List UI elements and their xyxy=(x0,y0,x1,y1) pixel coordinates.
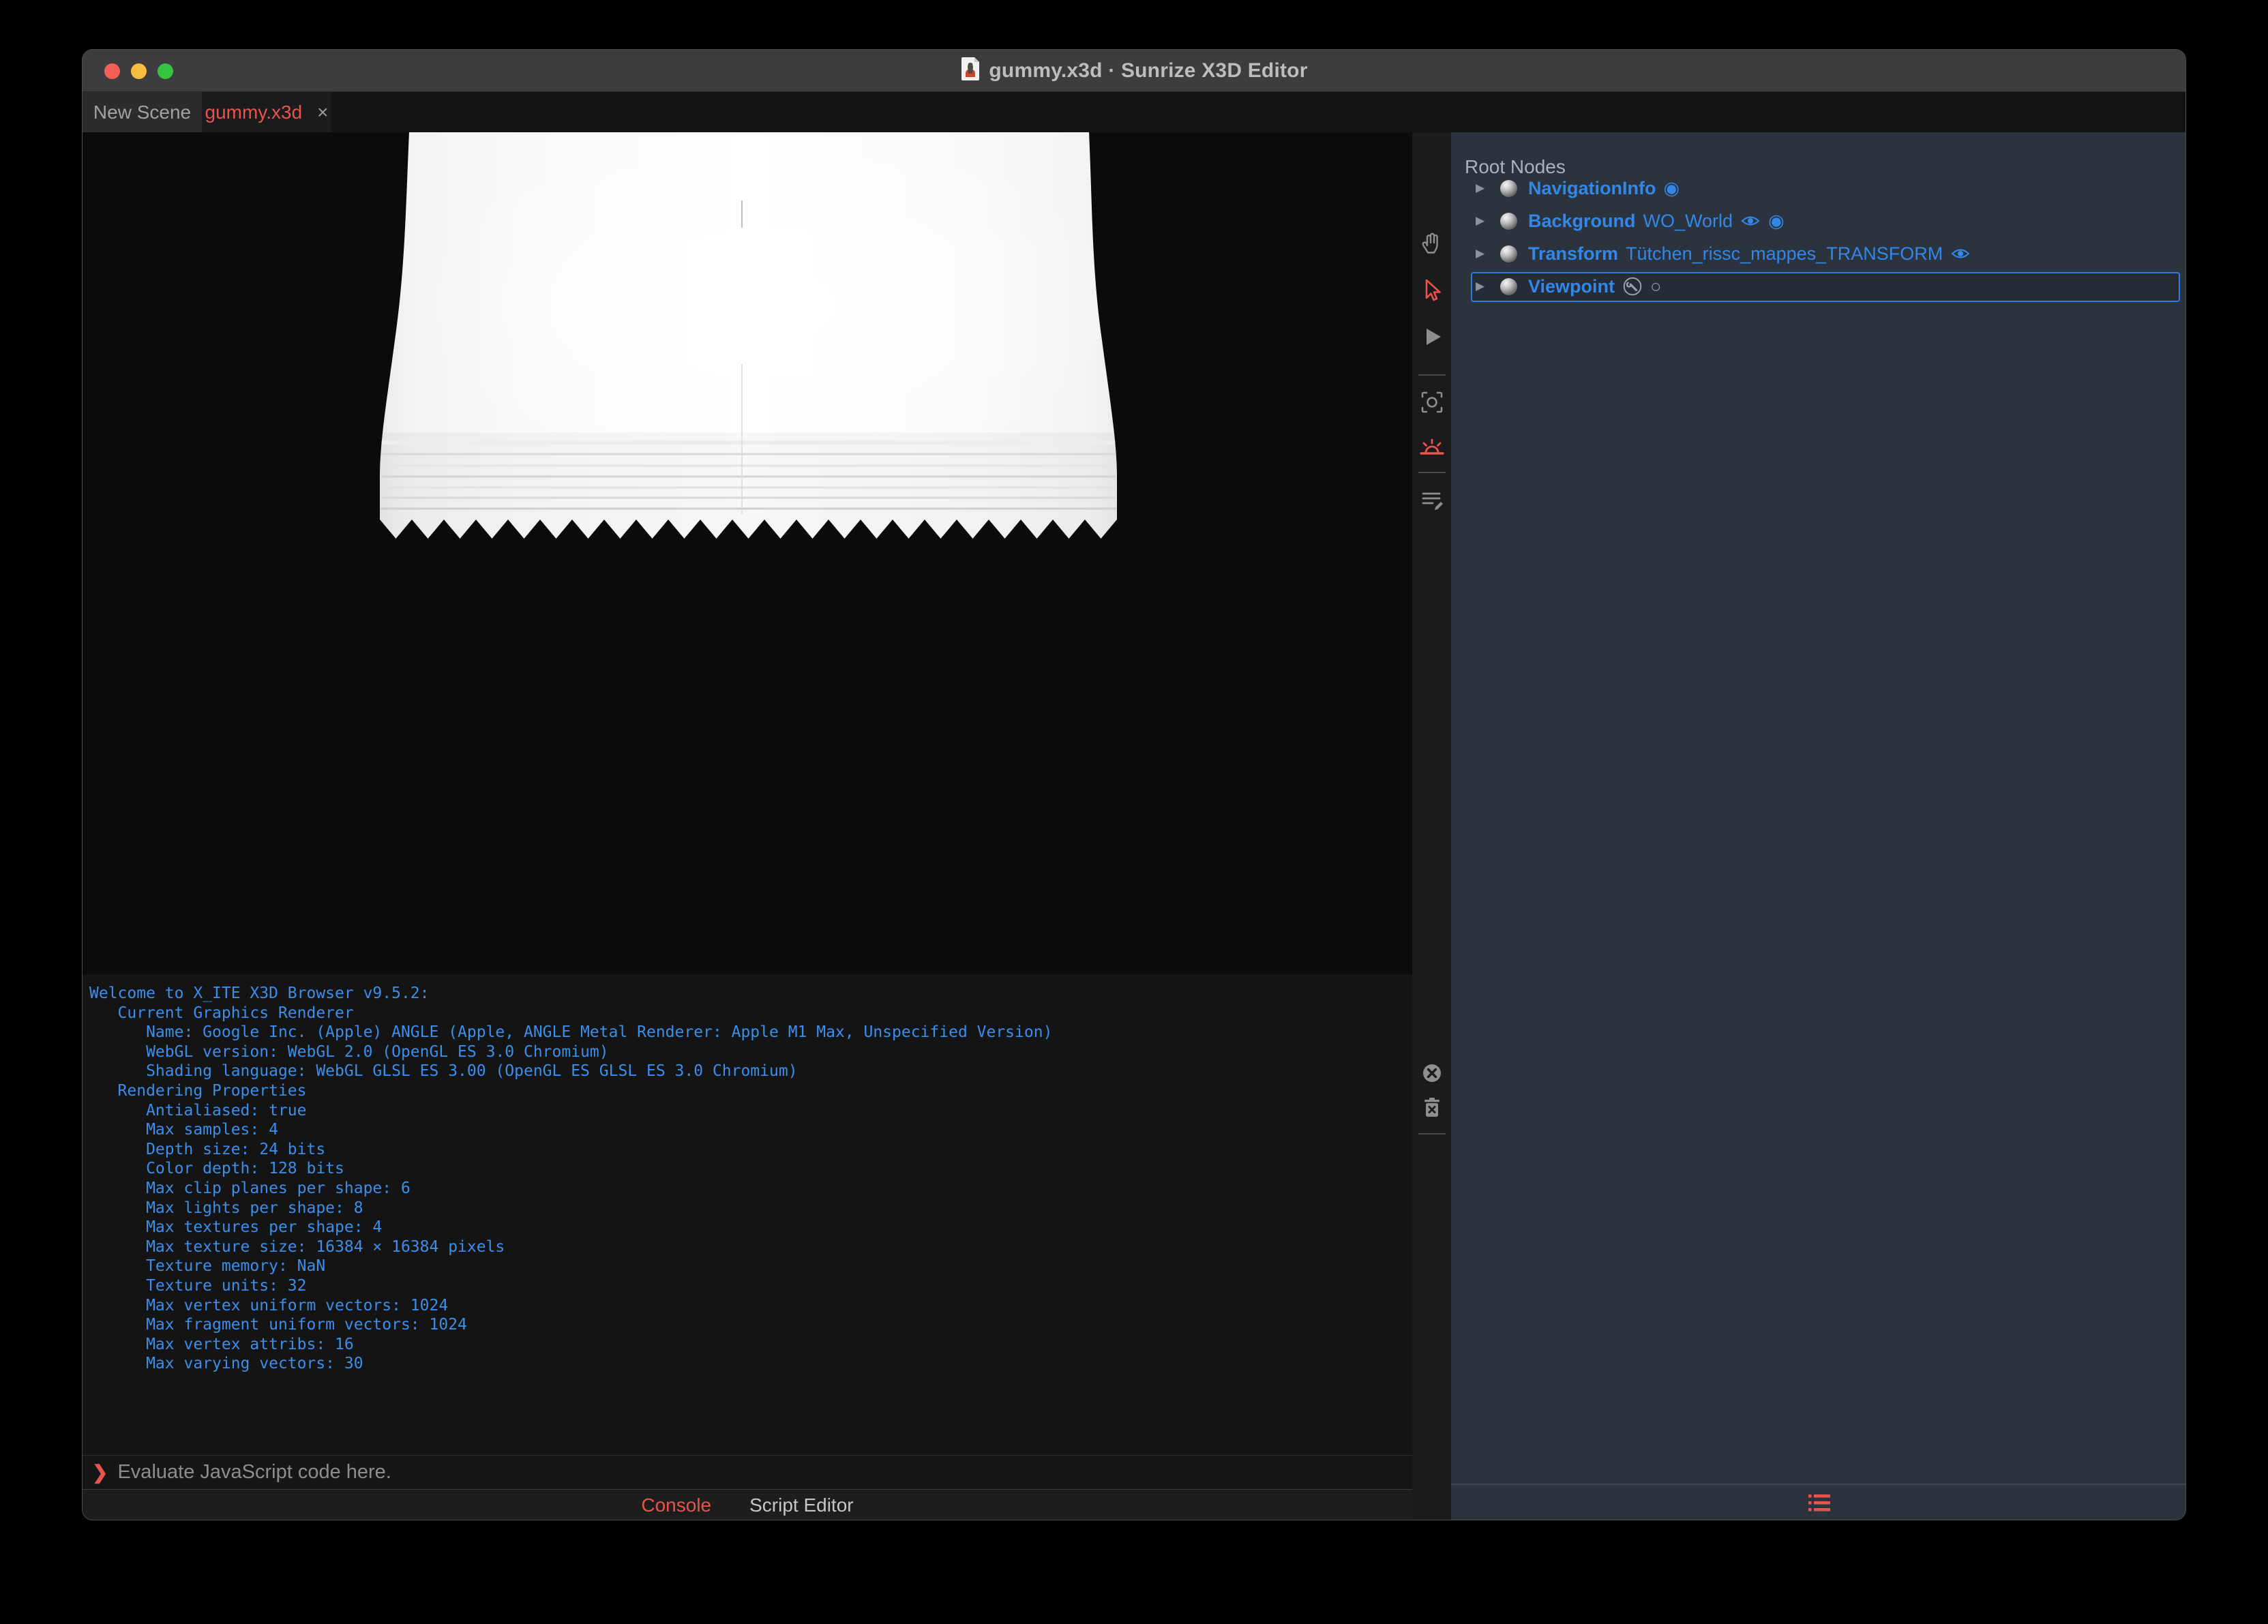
tab-gummy-x3d[interactable]: gummy.x3d × xyxy=(202,92,331,132)
console-line: Color depth: 128 bits xyxy=(89,1160,344,1178)
tree-row-transform[interactable]: ▶ Transform Tütchen_rissc_mappes_TRANSFO… xyxy=(1451,239,2185,268)
bound-icon[interactable]: ◉ xyxy=(1664,179,1680,198)
tab-close-icon[interactable]: × xyxy=(317,102,328,122)
console-line: Max textures per shape: 4 xyxy=(89,1218,383,1237)
toolbar-divider xyxy=(1418,472,1446,473)
console-line: Max lights per shape: 8 xyxy=(89,1199,363,1217)
visibility-eye-icon[interactable] xyxy=(1950,243,1971,264)
node-sphere-icon xyxy=(1500,277,1517,295)
visibility-eye-icon[interactable] xyxy=(1740,211,1761,231)
console-line: Texture units: 32 xyxy=(89,1276,307,1295)
close-console-icon[interactable] xyxy=(1417,1058,1447,1088)
node-list-icon[interactable] xyxy=(1806,1492,1833,1515)
minimize-window-button[interactable] xyxy=(131,63,147,79)
app-window: gummy.x3d · Sunrize X3D Editor New Scene… xyxy=(82,49,2186,1520)
tree-row-viewpoint[interactable]: ▶ Viewpoint ○ xyxy=(1451,272,2185,301)
unbound-icon[interactable]: ○ xyxy=(1650,277,1661,296)
node-sphere-icon xyxy=(1500,245,1517,262)
node-sphere-icon xyxy=(1500,179,1517,197)
panel-footer xyxy=(1451,1484,2185,1520)
expand-arrow-icon[interactable]: ▶ xyxy=(1476,247,1484,260)
console-line: Max samples: 4 xyxy=(89,1121,278,1139)
node-sphere-icon xyxy=(1500,212,1517,230)
console-line: Max fragment uniform vectors: 1024 xyxy=(89,1316,467,1334)
tab-gummy-label: gummy.x3d xyxy=(205,101,303,123)
console-line: Depth size: 24 bits xyxy=(89,1140,326,1158)
console-line: Name: Google Inc. (Apple) ANGLE (Apple, … xyxy=(89,1023,1053,1042)
snapshot-icon[interactable] xyxy=(1417,387,1447,417)
tree-row-navigationinfo[interactable]: ▶ NavigationInfo ◉ xyxy=(1451,174,2185,202)
select-arrow-icon[interactable] xyxy=(1417,276,1447,306)
console-line: Texture memory: NaN xyxy=(89,1257,326,1276)
tab-new-scene[interactable]: New Scene xyxy=(83,92,202,132)
close-window-button[interactable] xyxy=(104,63,120,79)
prompt-chevron-icon: ❯ xyxy=(92,1462,108,1483)
console-line: Max vertex uniform vectors: 1024 xyxy=(89,1296,449,1314)
bound-icon[interactable]: ◉ xyxy=(1768,211,1785,230)
edit-tool-wrench-icon[interactable] xyxy=(1622,276,1643,297)
node-def-label[interactable]: Tütchen_rissc_mappes_TRANSFORM xyxy=(1626,243,1943,265)
node-type-label[interactable]: Viewpoint xyxy=(1528,276,1615,297)
tab-console[interactable]: Console xyxy=(641,1494,711,1516)
sunrise-light-icon[interactable] xyxy=(1417,432,1447,462)
toolbar-divider xyxy=(1418,374,1446,376)
outline-editor-panel: Root Nodes ▶ NavigationInfo ◉ ▶ Backgrou… xyxy=(1451,132,2185,1520)
tree-row-background[interactable]: ▶ Background WO_World ◉ xyxy=(1451,207,2185,235)
expand-arrow-icon[interactable]: ▶ xyxy=(1476,181,1484,195)
title-bar[interactable]: gummy.x3d · Sunrize X3D Editor xyxy=(83,50,2185,92)
tab-script-editor[interactable]: Script Editor xyxy=(749,1494,854,1516)
node-type-label[interactable]: NavigationInfo xyxy=(1528,178,1656,199)
viewport-toolbar xyxy=(1412,132,1451,1520)
prompt-placeholder: Evaluate JavaScript code here. xyxy=(117,1461,391,1483)
play-icon[interactable] xyxy=(1417,322,1447,352)
3d-viewport[interactable] xyxy=(83,132,1412,974)
tab-new-scene-label: New Scene xyxy=(93,101,192,123)
console-line: Max varying vectors: 30 xyxy=(89,1355,363,1373)
script-edit-icon[interactable] xyxy=(1417,485,1447,515)
desktop-background: gummy.x3d · Sunrize X3D Editor New Scene… xyxy=(0,0,2268,1624)
node-def-label[interactable]: WO_World xyxy=(1643,211,1733,232)
console-line: Rendering Properties xyxy=(89,1081,307,1100)
node-type-label[interactable]: Background xyxy=(1528,211,1636,232)
window-title: gummy.x3d · Sunrize X3D Editor xyxy=(989,59,1308,82)
zoom-window-button[interactable] xyxy=(158,63,173,79)
expand-arrow-icon[interactable]: ▶ xyxy=(1476,280,1484,293)
pan-hand-icon[interactable] xyxy=(1417,230,1447,260)
console-line: Current Graphics Renderer xyxy=(89,1004,354,1022)
console-output[interactable]: Welcome to X_ITE X3D Browser v9.5.2: Cur… xyxy=(83,974,1412,1455)
expand-arrow-icon[interactable]: ▶ xyxy=(1476,214,1484,228)
clear-console-trash-icon[interactable] xyxy=(1417,1093,1447,1123)
toolbar-divider xyxy=(1418,1133,1446,1134)
node-type-label[interactable]: Transform xyxy=(1528,243,1618,265)
package-model xyxy=(380,132,1117,539)
console-line: Max clip planes per shape: 6 xyxy=(89,1179,411,1197)
js-prompt-input[interactable]: ❯ Evaluate JavaScript code here. xyxy=(83,1455,1412,1490)
document-icon xyxy=(960,57,981,85)
console-footer: Console Script Editor xyxy=(83,1490,1412,1520)
traffic-lights xyxy=(83,50,173,92)
scene-tab-bar: New Scene gummy.x3d × xyxy=(83,92,2185,132)
console-line: Welcome to X_ITE X3D Browser v9.5.2: xyxy=(89,984,430,1002)
console-line: Shading language: WebGL GLSL ES 3.00 (Op… xyxy=(89,1062,798,1081)
console-line: Max vertex attribs: 16 xyxy=(89,1335,354,1353)
console-line: WebGL version: WebGL 2.0 (OpenGL ES 3.0 … xyxy=(89,1042,609,1061)
console-line: Max texture size: 16384 × 16384 pixels xyxy=(89,1237,505,1256)
console-line: Antialiased: true xyxy=(89,1101,307,1119)
